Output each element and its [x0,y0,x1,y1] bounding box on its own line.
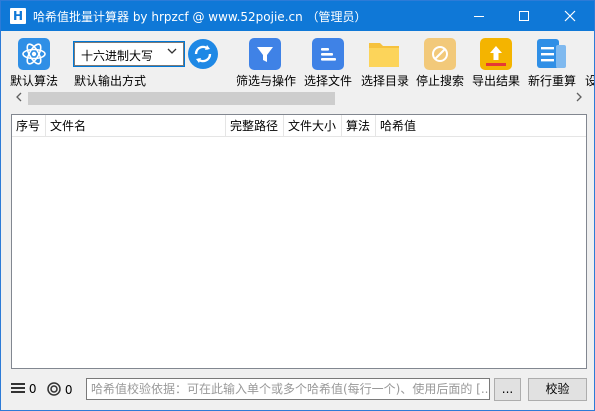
window-title: 哈希值批量计算器 by hrpzcf @ www.52pojie.cn （管理员… [33,10,367,24]
table-header: 序号 文件名 完整路径 文件大小 算法 哈希值 [12,115,586,137]
output-format-value: 十六进制大写 [81,49,154,63]
hash-verify-field[interactable] [86,378,490,400]
toolbar-scrollbar[interactable] [11,90,587,108]
output-format-label: 默认输出方式 [74,74,147,88]
minimize-button[interactable] [456,1,502,31]
select-dir-label: 选择目录 [361,74,410,88]
close-icon [564,10,576,22]
target-icon [47,382,61,396]
target-count-value: 0 [64,383,73,397]
hash-verify-input[interactable] [87,379,489,399]
select-files-label: 选择文件 [304,74,353,88]
minimize-icon [474,16,484,17]
column-header-size[interactable]: 文件大小 [284,115,342,137]
refresh-button[interactable] [187,38,219,70]
output-format-select[interactable]: 十六进制大写 [73,41,185,67]
browse-button[interactable]: ... [494,378,521,401]
app-icon: H [10,8,26,24]
folder-icon [368,37,400,69]
stop-search-label: 停止搜索 [416,74,465,88]
maximize-icon [519,11,529,21]
column-header-filename[interactable]: 文件名 [46,115,226,137]
column-header-index[interactable]: 序号 [12,115,46,137]
refresh-icon [188,39,218,69]
new-calc-label: 新行重算 [528,74,577,88]
settings-label-partial[interactable]: 设 [585,72,594,89]
file-list-icon [312,38,344,70]
atom-icon [18,38,50,70]
verify-button[interactable]: 校验 [528,378,587,401]
export-label: 导出结果 [472,74,521,88]
ban-icon [424,38,456,70]
column-header-algo[interactable]: 算法 [342,115,376,137]
close-button[interactable] [547,1,593,31]
column-header-path[interactable]: 完整路径 [226,115,284,137]
funnel-icon [249,38,281,70]
app-window: H 哈希值批量计算器 by hrpzcf @ www.52pojie.cn （管… [0,0,595,411]
maximize-button[interactable] [501,1,547,31]
results-table[interactable]: 序号 文件名 完整路径 文件大小 算法 哈希值 [11,114,587,369]
scrollbar-thumb[interactable] [28,92,335,105]
default-algo-label: 默认算法 [10,74,59,88]
scroll-right-icon[interactable] [575,92,583,105]
target-count-status: 0 [47,382,72,397]
document-icon [536,38,568,70]
title-bar[interactable]: H 哈希值批量计算器 by hrpzcf @ www.52pojie.cn （管… [1,1,594,31]
column-header-hash[interactable]: 哈希值 [376,115,586,137]
list-icon [11,383,25,393]
filter-label: 筛选与操作 [236,74,297,88]
list-count-value: 0 [28,382,37,396]
export-icon [480,38,512,70]
scroll-left-icon[interactable] [15,92,23,105]
chevron-down-icon [167,47,177,58]
list-count-status: 0 [11,382,36,396]
